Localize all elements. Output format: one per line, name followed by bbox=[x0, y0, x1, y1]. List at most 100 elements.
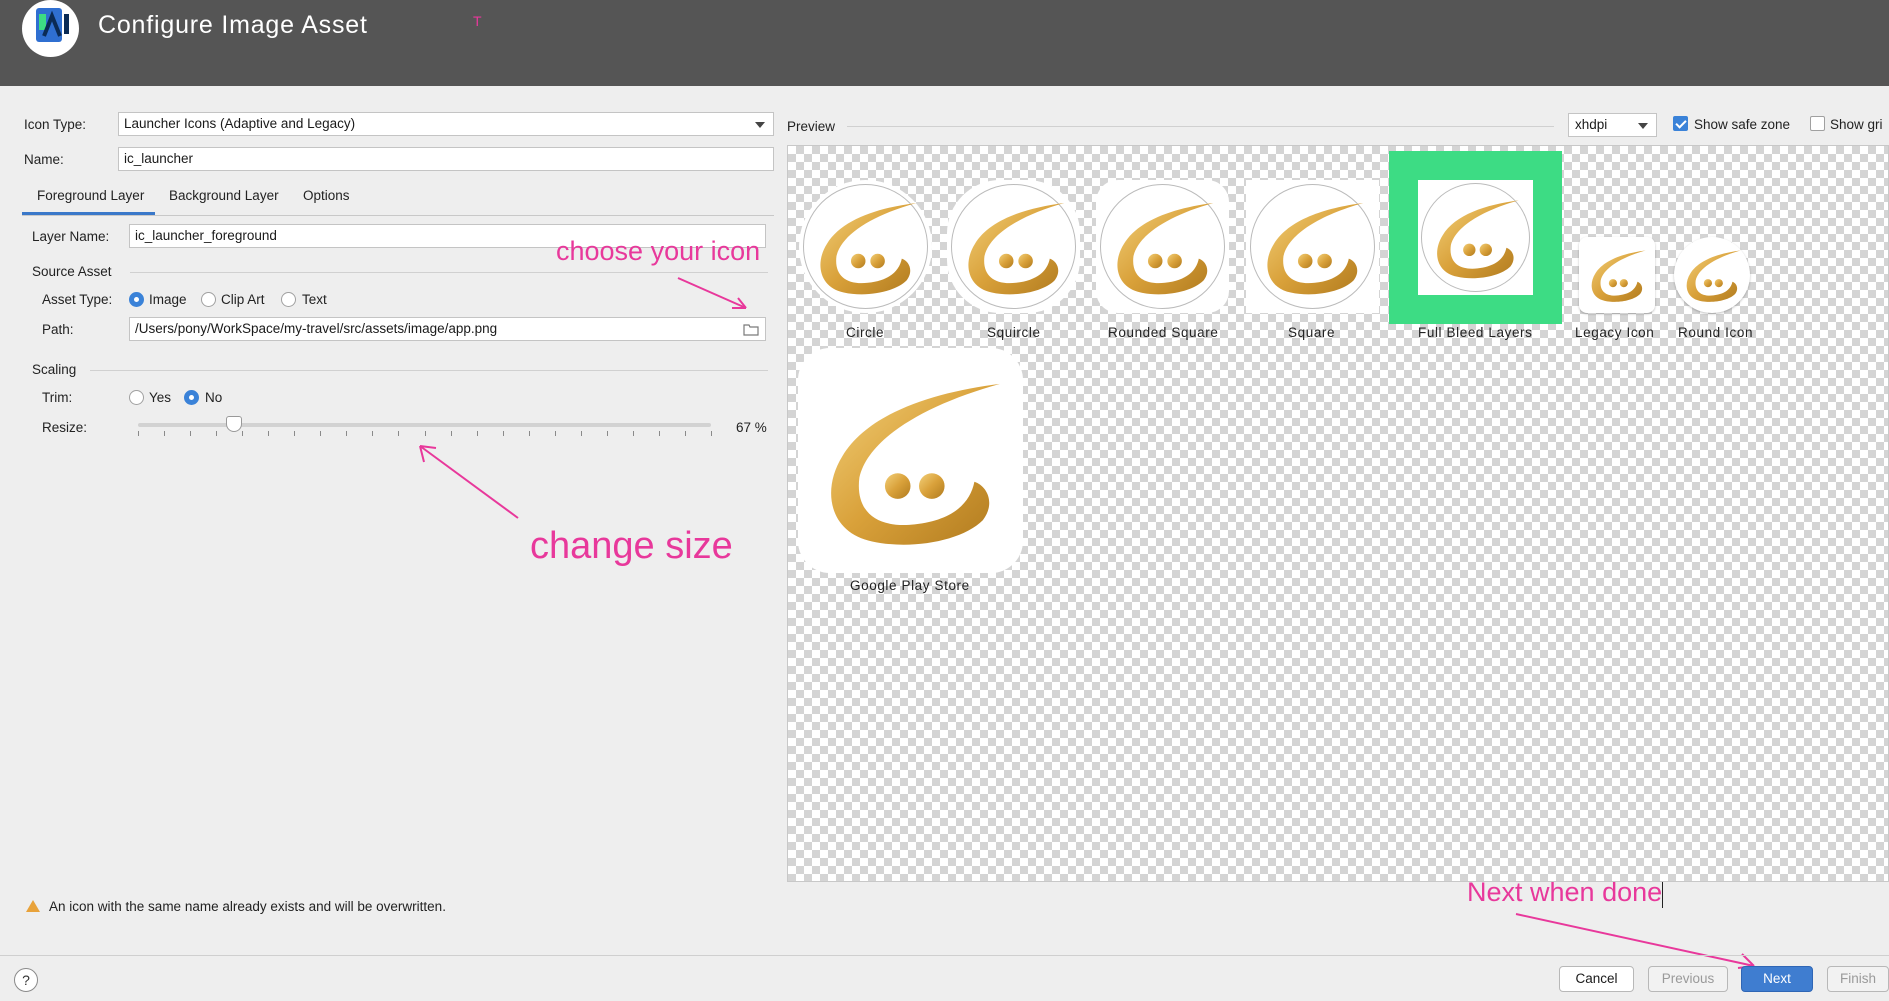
next-button[interactable]: Next bbox=[1741, 966, 1813, 992]
radio-clip-art[interactable] bbox=[201, 292, 216, 307]
resize-slider-thumb[interactable] bbox=[226, 416, 242, 432]
radio-image[interactable] bbox=[129, 292, 144, 307]
radio-image-label: Image bbox=[149, 292, 187, 307]
slider-tick bbox=[320, 431, 321, 436]
app-glyph-icon bbox=[1421, 183, 1530, 292]
warning-icon bbox=[26, 900, 40, 912]
finish-button[interactable]: Finish bbox=[1827, 966, 1889, 992]
icon-type-label: Icon Type: bbox=[24, 117, 87, 132]
preview-play-store-icon bbox=[798, 348, 1023, 573]
path-value: /Users/pony/WorkSpace/my-travel/src/asse… bbox=[135, 321, 498, 336]
previous-button[interactable]: Previous bbox=[1648, 966, 1728, 992]
app-glyph-icon bbox=[1100, 184, 1225, 309]
preview-legacy-label: Legacy Icon bbox=[1575, 325, 1655, 340]
slider-tick bbox=[581, 431, 582, 436]
slider-tick bbox=[216, 431, 217, 436]
text-cursor-mark: T bbox=[473, 13, 482, 29]
preview-play-store-label: Google Play Store bbox=[850, 578, 970, 593]
folder-icon[interactable] bbox=[743, 323, 759, 336]
app-glyph-icon bbox=[831, 383, 1000, 545]
tab-divider bbox=[22, 215, 774, 216]
tab-background-layer[interactable]: Background Layer bbox=[169, 188, 279, 203]
slider-tick bbox=[268, 431, 269, 436]
resize-value: 67 % bbox=[736, 420, 767, 435]
source-asset-heading: Source Asset bbox=[32, 264, 112, 279]
annotation-arrow-slider bbox=[419, 445, 519, 519]
app-glyph-icon bbox=[951, 184, 1076, 309]
chevron-down-icon bbox=[755, 122, 765, 128]
tab-options[interactable]: Options bbox=[303, 188, 350, 203]
slider-tick bbox=[555, 431, 556, 436]
radio-clip-art-label: Clip Art bbox=[221, 292, 265, 307]
dialog-header: Configure Image Asset T bbox=[0, 0, 1889, 86]
path-input[interactable]: /Users/pony/WorkSpace/my-travel/src/asse… bbox=[129, 317, 766, 341]
footer-divider bbox=[0, 955, 1889, 956]
preview-round-icon bbox=[1674, 237, 1750, 313]
annotation-arrow-path bbox=[677, 277, 747, 309]
path-label: Path: bbox=[42, 322, 74, 337]
name-label: Name: bbox=[24, 152, 64, 167]
slider-tick bbox=[190, 431, 191, 436]
radio-trim-yes[interactable] bbox=[129, 390, 144, 405]
slider-tick bbox=[398, 431, 399, 436]
annotation-choose-icon: choose your icon bbox=[556, 236, 761, 266]
preview-square-icon bbox=[1246, 180, 1379, 313]
layer-name-label: Layer Name: bbox=[32, 229, 110, 244]
preview-square-label: Square bbox=[1288, 325, 1336, 340]
density-value: xhdpi bbox=[1575, 117, 1608, 132]
help-button[interactable]: ? bbox=[14, 968, 38, 992]
show-grid-checkbox[interactable] bbox=[1810, 116, 1825, 131]
app-glyph-icon bbox=[1591, 250, 1646, 302]
cancel-button[interactable]: Cancel bbox=[1559, 966, 1634, 992]
slider-tick bbox=[503, 431, 504, 436]
slider-tick bbox=[242, 431, 243, 436]
slider-tick bbox=[451, 431, 452, 436]
overwrite-warning-text: An icon with the same name already exist… bbox=[49, 899, 446, 914]
preview-heading: Preview bbox=[787, 119, 836, 134]
preview-squircle-icon bbox=[947, 180, 1080, 313]
scaling-divider bbox=[90, 370, 768, 371]
android-studio-logo bbox=[22, 0, 79, 57]
density-select[interactable]: xhdpi bbox=[1568, 113, 1657, 137]
preview-full-bleed-label: Full Bleed Layers bbox=[1418, 325, 1533, 340]
chevron-down-icon bbox=[1638, 123, 1648, 129]
text-caret bbox=[1662, 879, 1664, 908]
name-input[interactable]: ic_launcher bbox=[118, 147, 774, 171]
asset-type-label: Asset Type: bbox=[42, 292, 113, 307]
slider-tick bbox=[138, 431, 139, 436]
resize-label: Resize: bbox=[42, 420, 88, 435]
preview-canvas: Circle Squircle Rounded Square Square Fu… bbox=[787, 145, 1889, 882]
slider-tick bbox=[633, 431, 634, 436]
slider-tick bbox=[685, 431, 686, 436]
preview-circle-label: Circle bbox=[846, 325, 885, 340]
tab-foreground-layer[interactable]: Foreground Layer bbox=[37, 188, 144, 203]
preview-circle-icon bbox=[799, 180, 932, 313]
preview-squircle-label: Squircle bbox=[987, 325, 1041, 340]
dialog-title: Configure Image Asset bbox=[98, 11, 368, 39]
show-safe-zone-checkbox[interactable] bbox=[1673, 116, 1688, 131]
slider-tick bbox=[346, 431, 347, 436]
radio-trim-no[interactable] bbox=[184, 390, 199, 405]
slider-tick bbox=[659, 431, 660, 436]
preview-round-label: Round Icon bbox=[1678, 325, 1754, 340]
preview-legacy-icon bbox=[1579, 237, 1655, 313]
slider-tick bbox=[607, 431, 608, 436]
scaling-heading: Scaling bbox=[32, 362, 77, 377]
slider-tick bbox=[372, 431, 373, 436]
radio-text[interactable] bbox=[281, 292, 296, 307]
slider-tick bbox=[711, 431, 712, 436]
radio-trim-no-label: No bbox=[205, 390, 223, 405]
slider-tick bbox=[425, 431, 426, 436]
show-grid-label: Show gri bbox=[1830, 117, 1883, 132]
app-glyph-icon bbox=[803, 184, 928, 309]
source-asset-divider bbox=[130, 272, 768, 273]
preview-rounded-square-icon bbox=[1096, 180, 1229, 313]
slider-tick bbox=[294, 431, 295, 436]
icon-type-combobox[interactable]: Launcher Icons (Adaptive and Legacy) bbox=[118, 112, 774, 136]
slider-tick bbox=[164, 431, 165, 436]
resize-slider-track[interactable] bbox=[138, 423, 711, 427]
trim-label: Trim: bbox=[42, 390, 73, 405]
preview-rounded-square-label: Rounded Square bbox=[1108, 325, 1219, 340]
slider-tick bbox=[529, 431, 530, 436]
preview-full-bleed-icon bbox=[1389, 151, 1562, 324]
